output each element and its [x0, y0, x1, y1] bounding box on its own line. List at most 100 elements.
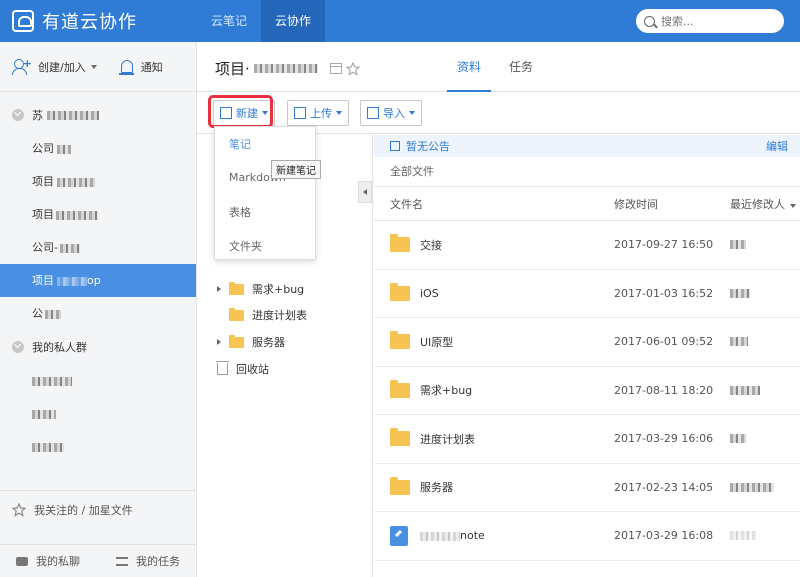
project-tabs: 资料 任务 — [447, 42, 551, 92]
redacted-text — [45, 309, 61, 319]
sidebar-item-label: 公 — [32, 307, 43, 320]
folder-icon — [229, 334, 244, 348]
note-icon — [390, 525, 408, 546]
calendar-icon[interactable] — [329, 63, 342, 74]
collapse-icon — [12, 109, 24, 121]
expand-icon — [217, 339, 221, 345]
redacted-text — [730, 531, 756, 541]
folder-icon — [229, 281, 244, 295]
private-item[interactable] — [0, 364, 196, 397]
edit-announcement-link[interactable]: 编辑 — [766, 138, 788, 154]
project-header: 项目· 资料 任务 — [197, 42, 800, 92]
file-name: iOS — [420, 286, 439, 300]
redacted-text — [32, 409, 56, 419]
redacted-text — [57, 177, 95, 187]
file-modified: 2017-09-27 16:50 — [614, 238, 714, 252]
table-row[interactable]: 进度计划表 2017-03-29 16:06 — [374, 415, 800, 464]
tree-item-label: 服务器 — [252, 336, 285, 349]
column-modifier-label: 最近修改人 — [730, 197, 785, 211]
redacted-text — [59, 243, 80, 253]
folder-icon — [390, 331, 410, 350]
nav-cloud-notes[interactable]: 云笔记 — [197, 0, 261, 42]
breadcrumb[interactable]: 全部文件 — [374, 157, 800, 187]
sidebar-item[interactable]: 公司 — [0, 132, 196, 165]
tree-item-label: 进度计划表 — [252, 309, 307, 322]
table-row[interactable]: 服务器 2017-02-23 14:05 — [374, 464, 800, 512]
create-join-button[interactable]: + 创建/加入 — [12, 58, 97, 75]
redacted-text — [57, 276, 87, 286]
table-row[interactable]: iOS 2017-01-03 16:52 — [374, 270, 800, 318]
file-modified: 2017-03-29 16:06 — [614, 432, 714, 446]
menu-item-table[interactable]: 表格 — [215, 204, 315, 220]
chevron-down-icon — [90, 64, 97, 69]
tab-tasks[interactable]: 任务 — [499, 42, 543, 92]
table-row[interactable]: 交接 2017-09-27 16:50 — [374, 221, 800, 270]
new-dropdown-menu: 笔记 Markdown 表格 文件夹 — [214, 126, 316, 260]
expand-icon — [217, 286, 221, 292]
file-modified: 2017-02-23 14:05 — [614, 480, 714, 494]
favorites-link[interactable]: 我关注的 / 加星文件 — [0, 490, 197, 528]
tab-materials[interactable]: 资料 — [447, 42, 492, 92]
create-join-label: 创建/加入 — [38, 60, 86, 74]
table-row[interactable]: UI原型 2017-06-01 09:52 — [374, 318, 800, 367]
announcement-text: 暂无公告 — [406, 140, 450, 153]
star-icon[interactable] — [345, 61, 360, 76]
sidebar-actions: + 创建/加入 通知 — [0, 42, 196, 92]
sidebar-item-active[interactable]: 项目 op — [0, 264, 196, 297]
tree-item[interactable]: 服务器 — [217, 332, 285, 352]
my-tasks-label: 我的任务 — [136, 555, 180, 568]
folder-icon — [390, 476, 410, 495]
column-name[interactable]: 文件名 — [390, 196, 423, 212]
file-name-wrap: note — [420, 529, 485, 542]
group-name: 苏 — [32, 109, 43, 122]
search-input[interactable] — [661, 14, 771, 28]
notify-button[interactable]: 通知 — [118, 59, 163, 75]
favorites-label: 我关注的 / 加星文件 — [34, 503, 133, 517]
group-header[interactable]: 苏 — [0, 98, 196, 132]
star-icon — [12, 502, 26, 517]
private-item[interactable] — [0, 397, 196, 430]
tree-item[interactable]: 进度计划表 — [229, 305, 307, 325]
file-name: note — [460, 529, 485, 543]
recycle-bin[interactable]: 回收站 — [216, 359, 269, 379]
sidebar-item[interactable]: 公 — [0, 297, 196, 330]
sidebar-item[interactable]: 公司- — [0, 231, 196, 264]
upload-button[interactable]: 上传 — [287, 100, 349, 126]
app-logo[interactable]: 有道云协作 — [12, 8, 137, 34]
trash-icon — [216, 361, 229, 375]
search-box[interactable] — [636, 9, 784, 33]
notify-label: 通知 — [140, 60, 163, 74]
file-modified: 2017-08-11 18:20 — [614, 383, 714, 397]
column-modifier[interactable]: 最近修改人 — [730, 196, 796, 212]
collapse-tree-button[interactable] — [358, 181, 372, 203]
tree-item[interactable]: 需求+bug — [217, 279, 304, 299]
folder-icon — [390, 282, 410, 301]
redacted-text — [47, 110, 99, 120]
table-header: 文件名 修改时间 最近修改人 — [374, 187, 800, 221]
my-tasks-button[interactable]: 我的任务 — [116, 553, 180, 569]
bell-icon — [118, 60, 134, 75]
private-group-header[interactable]: 我的私人群 — [0, 330, 196, 364]
file-name: 交接 — [420, 238, 442, 252]
menu-item-note[interactable]: 笔记 — [215, 136, 315, 152]
file-name: 需求+bug — [420, 384, 473, 398]
private-chat-button[interactable]: 我的私聊 — [16, 553, 80, 569]
redacted-text — [57, 144, 71, 154]
private-item[interactable] — [0, 430, 196, 463]
highlight-new-button — [208, 95, 273, 128]
nav-cloud-collab[interactable]: 云协作 — [261, 0, 325, 42]
tasks-icon — [116, 556, 128, 566]
project-title-text: 项目· — [215, 60, 250, 78]
sidebar-item-label: 项目 — [32, 274, 54, 287]
sidebar-item-label: 项目 — [32, 175, 54, 188]
menu-item-folder[interactable]: 文件夹 — [215, 238, 315, 254]
sidebar-item[interactable]: 项目 — [0, 198, 196, 231]
table-row[interactable]: 需求+bug 2017-08-11 18:20 — [374, 367, 800, 415]
sidebar-item[interactable]: 项目 — [0, 165, 196, 198]
folder-icon — [390, 428, 410, 447]
table-row[interactable]: note 2017-03-29 16:08 — [374, 512, 800, 561]
project-title: 项目· — [215, 58, 360, 79]
collapse-icon — [12, 341, 24, 353]
column-modified[interactable]: 修改时间 — [614, 196, 658, 212]
import-button[interactable]: 导入 — [360, 100, 422, 126]
